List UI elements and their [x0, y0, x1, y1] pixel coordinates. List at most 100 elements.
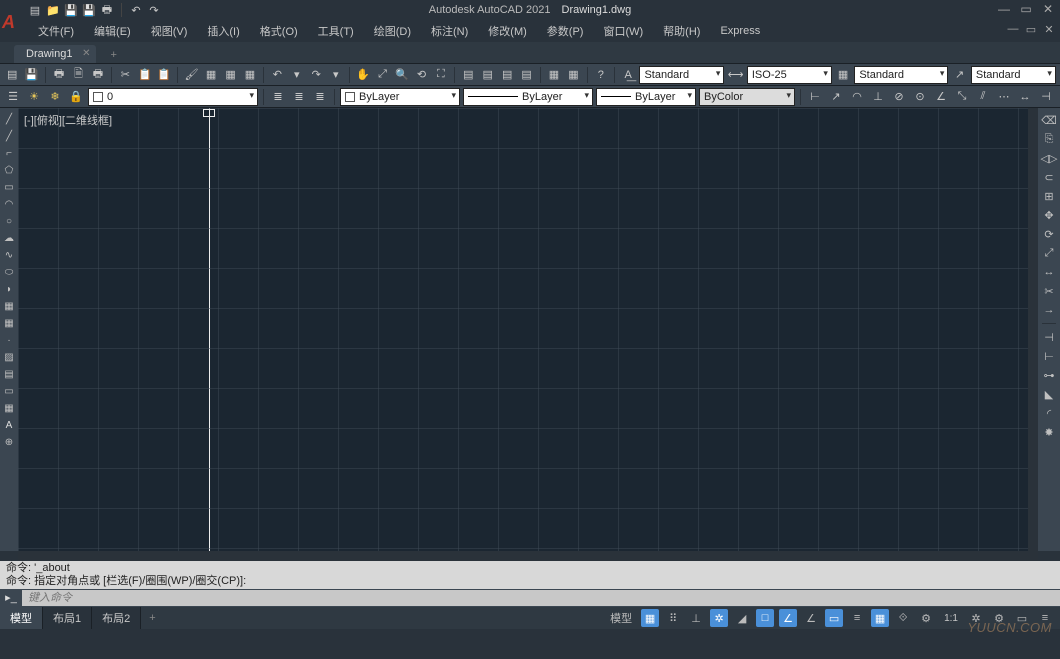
menu-modify[interactable]: 修改(M) — [478, 20, 537, 42]
match-prop-icon[interactable]: 🖌 — [183, 66, 199, 84]
region-icon[interactable]: ▭ — [2, 384, 16, 398]
layer-dropdown[interactable]: 0 — [88, 88, 258, 106]
array-icon[interactable]: ⊞ — [1041, 188, 1057, 204]
copy-icon[interactable]: 📋 — [137, 66, 153, 84]
menu-format[interactable]: 格式(O) — [250, 20, 308, 42]
dynamic-input-icon[interactable]: ▭ — [825, 609, 843, 627]
zoom-previous-icon[interactable]: ⟲ — [413, 66, 429, 84]
ellipse-arc-icon[interactable]: ◗ — [2, 282, 16, 296]
dim-style-icon[interactable]: ⟷ — [727, 66, 743, 84]
polyline-icon[interactable]: ⌐ — [2, 146, 16, 160]
zoom-window-icon[interactable]: 🔍 — [394, 66, 410, 84]
drawing-canvas[interactable]: [-][俯视][二维线框] — [18, 108, 1038, 551]
undo-icon[interactable]: ↶ — [269, 66, 285, 84]
layout-tab-model[interactable]: 模型 — [0, 607, 43, 629]
scale-icon[interactable]: ⤢ — [1041, 245, 1057, 261]
file-tab[interactable]: Drawing1 ✕ — [14, 45, 96, 63]
table-style-icon[interactable]: ▦ — [835, 66, 851, 84]
tool-palettes-icon[interactable]: ▦ — [242, 66, 258, 84]
markup-icon[interactable]: ▤ — [499, 66, 515, 84]
properties-icon[interactable]: ▤ — [460, 66, 476, 84]
osnap-toggle-icon[interactable]: □ — [756, 609, 774, 627]
text-style-dropdown[interactable]: Standard — [639, 66, 724, 84]
polar-tracking-icon[interactable]: ✲ — [710, 609, 728, 627]
erase-icon[interactable]: ⌫ — [1041, 112, 1057, 128]
break-icon[interactable]: ⊢ — [1041, 348, 1057, 364]
print-icon[interactable]: 🖶 — [51, 66, 67, 84]
menu-draw[interactable]: 绘图(D) — [364, 20, 421, 42]
add-selection-icon[interactable]: ⊕ — [2, 435, 16, 449]
add-tab-button[interactable]: + — [102, 47, 124, 63]
workspace-icon[interactable]: ⚙ — [917, 609, 935, 627]
explode-icon[interactable]: ✸ — [1041, 424, 1057, 440]
chamfer-icon[interactable]: ◣ — [1041, 386, 1057, 402]
multileader-style-icon[interactable]: ↗ — [951, 66, 967, 84]
copy-obj-icon[interactable]: ⎘ — [1041, 131, 1057, 147]
dim-style-dropdown[interactable]: ISO-25 — [747, 66, 832, 84]
layer-on-icon[interactable]: ☀ — [25, 88, 43, 106]
close-button[interactable]: ✕ — [1040, 2, 1056, 16]
publish-icon[interactable]: 🖶 — [90, 66, 106, 84]
doc-restore-button[interactable]: ▭ — [1024, 22, 1038, 36]
dim-baseline-icon[interactable]: ⫽ — [974, 88, 992, 106]
menu-insert[interactable]: 插入(I) — [197, 20, 249, 42]
point-icon[interactable]: · — [2, 333, 16, 347]
command-input[interactable] — [22, 590, 1060, 606]
trim-icon[interactable]: ✂ — [1041, 283, 1057, 299]
extend-icon[interactable]: → — [1041, 302, 1057, 318]
zoom-scale-icon[interactable]: ⛶ — [433, 66, 449, 84]
chevron-down-icon[interactable]: ▾ — [289, 66, 305, 84]
vertical-scrollbar[interactable] — [1028, 108, 1038, 551]
insert-block-icon[interactable]: ▦ — [2, 299, 16, 313]
line-icon[interactable]: ╱ — [2, 112, 16, 126]
dim-linear-icon[interactable]: ⊢ — [806, 88, 824, 106]
menu-express[interactable]: Express — [710, 22, 770, 40]
fillet-icon[interactable]: ◜ — [1041, 405, 1057, 421]
layer-freeze-icon[interactable]: ❄ — [46, 88, 64, 106]
calc-icon[interactable]: ▦ — [565, 66, 581, 84]
construction-line-icon[interactable]: ╱ — [2, 129, 16, 143]
linetype-dropdown[interactable]: ByLayer — [340, 88, 460, 106]
isodraft-icon[interactable]: ◢ — [733, 609, 751, 627]
block-editor-icon[interactable]: ▦ — [203, 66, 219, 84]
grid-toggle-icon[interactable]: ▦ — [641, 609, 659, 627]
3dosnap-icon[interactable]: ∠ — [779, 609, 797, 627]
menu-dimension[interactable]: 标注(N) — [421, 20, 478, 42]
mtext-icon[interactable]: A — [2, 418, 16, 432]
dim-quick-icon[interactable]: ⤡ — [953, 88, 971, 106]
menu-edit[interactable]: 编辑(E) — [84, 20, 141, 42]
chevron-down-icon[interactable]: ▾ — [327, 66, 343, 84]
annotation-scale[interactable]: 1:1 — [940, 613, 962, 624]
close-tab-icon[interactable]: ✕ — [82, 48, 90, 59]
circle-icon[interactable]: ○ — [2, 214, 16, 228]
dim-ordinate-icon[interactable]: ⊥ — [869, 88, 887, 106]
transparency-icon[interactable]: ▦ — [871, 609, 889, 627]
menu-file[interactable]: 文件(F) — [28, 20, 84, 42]
design-center-icon[interactable]: ▦ — [222, 66, 238, 84]
gradient-icon[interactable]: ▤ — [2, 367, 16, 381]
model-space-button[interactable]: 模型 — [606, 609, 636, 627]
menu-window[interactable]: 窗口(W) — [593, 20, 653, 42]
dim-angular-icon[interactable]: ∠ — [932, 88, 950, 106]
layer-props-icon[interactable]: ☰ — [4, 88, 22, 106]
menu-parametric[interactable]: 参数(P) — [537, 20, 594, 42]
menu-tools[interactable]: 工具(T) — [308, 20, 364, 42]
stretch-icon[interactable]: ↔ — [1041, 264, 1057, 280]
dim-aligned-icon[interactable]: ↗ — [827, 88, 845, 106]
redo-icon[interactable]: ↷ — [308, 66, 324, 84]
layer-state-icon[interactable]: ≣ — [290, 88, 308, 106]
layout-tab-layout1[interactable]: 布局1 — [43, 607, 92, 629]
table-style-dropdown[interactable]: Standard — [854, 66, 948, 84]
move-icon[interactable]: ✥ — [1041, 207, 1057, 223]
ml-style-dropdown[interactable]: Standard — [971, 66, 1056, 84]
plot-preview-icon[interactable]: 🗎 — [70, 66, 86, 84]
rectangle-icon[interactable]: ▭ — [2, 180, 16, 194]
layer-lock-icon[interactable]: 🔒 — [67, 88, 85, 106]
snap-mode-icon[interactable]: ⠿ — [664, 609, 682, 627]
doc-close-button[interactable]: ✕ — [1042, 22, 1056, 36]
table-icon[interactable]: ▦ — [546, 66, 562, 84]
ortho-toggle-icon[interactable]: ⊥ — [687, 609, 705, 627]
layer-isolate-icon[interactable]: ≣ — [311, 88, 329, 106]
sheet-set-icon[interactable]: ▤ — [480, 66, 496, 84]
dim-radius-icon[interactable]: ⊘ — [890, 88, 908, 106]
